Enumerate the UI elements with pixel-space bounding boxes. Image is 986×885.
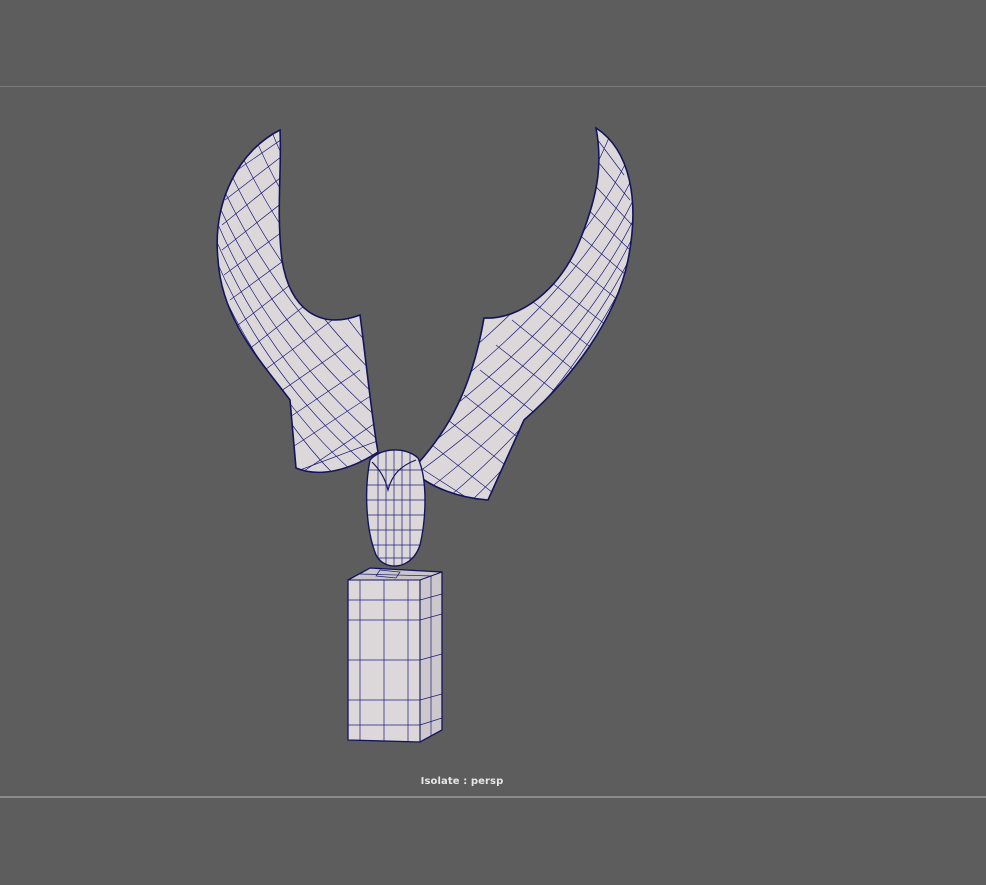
scarf-right-wing[interactable]	[410, 125, 638, 510]
scarf-left-wing[interactable]	[212, 122, 380, 480]
pedestal-block[interactable]	[347, 567, 443, 743]
isolate-camera-label: Isolate : persp	[420, 776, 504, 787]
scarf-knot[interactable]	[365, 447, 426, 572]
scarf-wireframe-model[interactable]	[0, 87, 986, 795]
top-toolbar-area	[0, 0, 986, 86]
perspective-viewport[interactable]: Isolate : persp	[0, 87, 986, 795]
bottom-panel-area	[0, 798, 986, 885]
